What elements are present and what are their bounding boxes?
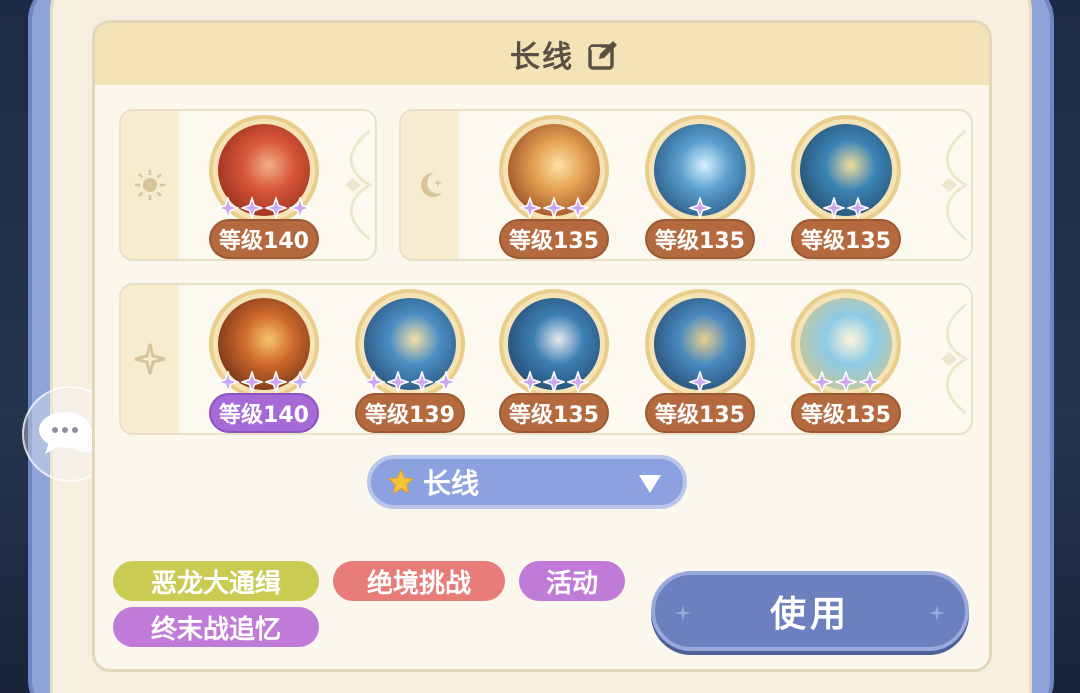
purple-star-icon bbox=[387, 371, 409, 393]
skill-level-badge: 等级139 bbox=[355, 393, 465, 433]
preset-dropdown-value: 长线 bbox=[423, 467, 480, 500]
purple-star-icon bbox=[519, 197, 541, 219]
skill-card[interactable]: 等级135 bbox=[641, 289, 759, 439]
purple-star-icon bbox=[689, 371, 711, 393]
preset-title: 长线 bbox=[510, 40, 574, 75]
tag-event: 活动 bbox=[519, 561, 625, 601]
skill-level-badge: 等级135 bbox=[791, 219, 901, 259]
group-tab bbox=[121, 111, 179, 259]
purple-star-icon bbox=[217, 371, 239, 393]
purple-star-icon bbox=[265, 197, 287, 219]
purple-star-icon bbox=[689, 197, 711, 219]
sparkle-icon bbox=[134, 343, 166, 375]
skill-level-badge: 等级140 bbox=[209, 393, 319, 433]
purple-star-icon bbox=[289, 197, 311, 219]
star-icon bbox=[387, 468, 415, 495]
panel-header: 长线 bbox=[95, 23, 989, 85]
skill-card[interactable]: 等级135 bbox=[787, 289, 905, 439]
group-tab bbox=[121, 285, 179, 433]
moon-icon bbox=[421, 172, 442, 197]
skill-stars bbox=[641, 371, 759, 393]
skill-card[interactable]: 等级135 bbox=[495, 289, 613, 439]
tag-final-battle: 终末战追忆 bbox=[113, 607, 319, 647]
sparkle-decoration-icon bbox=[675, 605, 691, 621]
purple-star-icon bbox=[411, 371, 433, 393]
purple-star-icon bbox=[543, 371, 565, 393]
tag-label: 活动 bbox=[545, 568, 598, 599]
purple-star-icon bbox=[847, 197, 869, 219]
purple-star-icon bbox=[543, 197, 565, 219]
skill-card[interactable]: 等级140 bbox=[205, 289, 323, 439]
purple-star-icon bbox=[835, 371, 857, 393]
tag-label: 绝境挑战 bbox=[366, 568, 471, 599]
purple-star-icon bbox=[241, 371, 263, 393]
purple-star-icon bbox=[363, 371, 385, 393]
purple-star-icon bbox=[519, 371, 541, 393]
group-tab bbox=[401, 111, 459, 259]
purple-star-icon bbox=[823, 197, 845, 219]
purple-star-icon bbox=[435, 371, 457, 393]
triangle-down-icon bbox=[639, 475, 661, 493]
skill-stars bbox=[205, 371, 323, 393]
use-button-label: 使用 bbox=[769, 594, 850, 635]
skill-card[interactable]: 等级135 bbox=[495, 115, 613, 265]
tag-dragon-hunt: 恶龙大通缉 bbox=[113, 561, 319, 601]
preset-dropdown[interactable]: 长线 bbox=[367, 455, 687, 509]
purple-star-icon bbox=[567, 371, 589, 393]
purple-star-icon bbox=[289, 371, 311, 393]
tag-label: 恶龙大通缉 bbox=[150, 568, 281, 599]
sun-icon bbox=[135, 170, 165, 200]
use-button[interactable]: 使用 bbox=[651, 571, 969, 651]
skill-stars bbox=[641, 197, 759, 219]
purple-star-icon bbox=[217, 197, 239, 219]
skill-card[interactable]: 等级140 bbox=[205, 115, 323, 265]
skill-stars bbox=[205, 197, 323, 219]
skill-level-badge: 等级135 bbox=[645, 393, 755, 433]
skill-card[interactable]: 等级139 bbox=[351, 289, 469, 439]
tag-label: 终末战追忆 bbox=[150, 614, 281, 645]
skill-stars bbox=[787, 197, 905, 219]
skill-preset-panel: 长线 等级140 等级135 等级135 等级135 等级140 等级139 等… bbox=[92, 20, 992, 672]
skill-stars bbox=[787, 371, 905, 393]
purple-star-icon bbox=[811, 371, 833, 393]
purple-star-icon bbox=[265, 371, 287, 393]
purple-star-icon bbox=[241, 197, 263, 219]
skill-level-badge: 等级135 bbox=[499, 219, 609, 259]
skill-stars bbox=[495, 197, 613, 219]
purple-star-icon bbox=[859, 371, 881, 393]
skill-stars bbox=[351, 371, 469, 393]
skill-level-badge: 等级140 bbox=[209, 219, 319, 259]
tag-desperate-challenge: 绝境挑战 bbox=[333, 561, 505, 601]
skill-level-badge: 等级135 bbox=[645, 219, 755, 259]
sparkle-decoration-icon bbox=[929, 605, 945, 621]
skill-card[interactable]: 等级135 bbox=[787, 115, 905, 265]
ornament-decoration bbox=[941, 303, 969, 415]
ornament-decoration bbox=[941, 129, 969, 241]
skill-card[interactable]: 等级135 bbox=[641, 115, 759, 265]
skill-level-badge: 等级135 bbox=[791, 393, 901, 433]
edit-icon[interactable] bbox=[587, 39, 619, 71]
skill-stars bbox=[495, 371, 613, 393]
purple-star-icon bbox=[567, 197, 589, 219]
skill-level-badge: 等级135 bbox=[499, 393, 609, 433]
ornament-decoration bbox=[345, 129, 373, 241]
